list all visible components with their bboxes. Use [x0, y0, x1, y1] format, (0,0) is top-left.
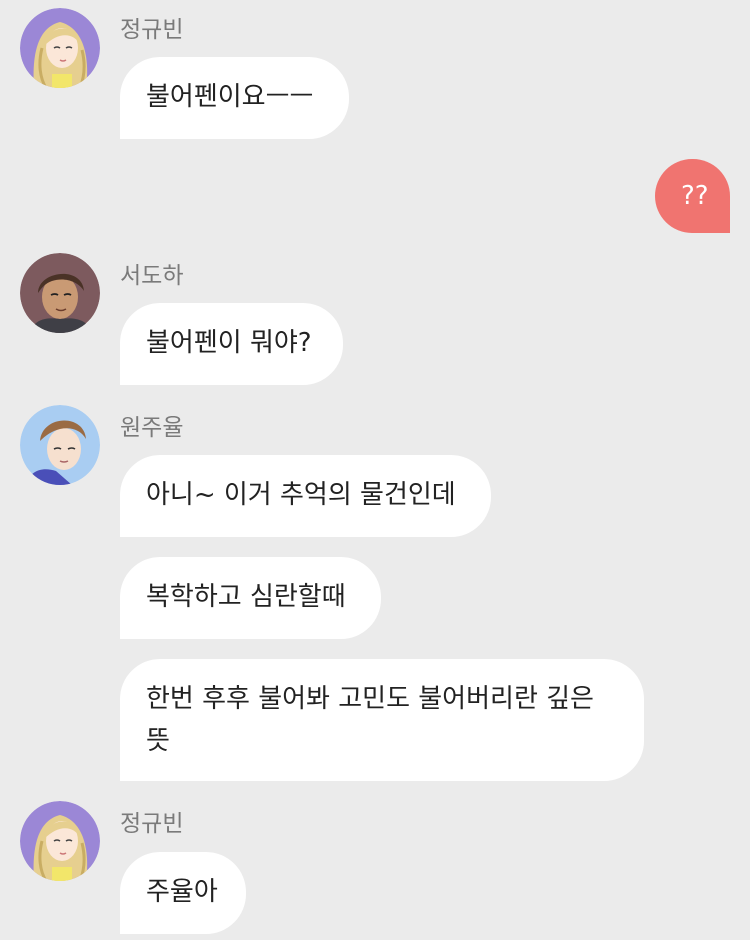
- message-bubble[interactable]: 복학하고 심란할때: [120, 557, 381, 639]
- message-text: 한번 후후 불어봐 고민도 불어버리란 깊은 뜻: [146, 684, 594, 756]
- message-text: 복학하고 심란할때: [146, 582, 346, 612]
- message-text: 불어펜이 뭐야?: [146, 328, 312, 358]
- message-text: 주율아: [146, 877, 218, 907]
- message-bubble[interactable]: 불어펜이요ㅡㅡ: [120, 57, 349, 139]
- message-text: 불어펜이요ㅡㅡ: [146, 82, 314, 112]
- avatar-won-juyul-icon[interactable]: [20, 405, 100, 485]
- message-bubble[interactable]: 불어펜이 뭐야?: [120, 303, 343, 385]
- avatar-seo-doha-icon[interactable]: [20, 253, 100, 333]
- message-text: 아니~ 이거 추억의 물건인데: [146, 480, 456, 510]
- avatar-jeong-gyubin-icon[interactable]: [20, 801, 100, 881]
- sender-name: 정규빈: [120, 17, 184, 43]
- sender-name: 서도하: [120, 263, 184, 289]
- message-bubble[interactable]: 아니~ 이거 추억의 물건인데: [120, 455, 491, 537]
- sender-name: 원주율: [120, 415, 184, 441]
- message-text: ??: [681, 181, 709, 211]
- message-bubble[interactable]: 주율아: [120, 852, 246, 934]
- sender-name: 정규빈: [120, 811, 184, 837]
- message-bubble[interactable]: 한번 후후 불어봐 고민도 불어버리란 깊은 뜻: [120, 659, 644, 781]
- avatar-jeong-gyubin-icon[interactable]: [20, 8, 100, 88]
- chat-thread[interactable]: 정규빈 불어펜이요ㅡㅡ ?? 서도하 불어펜이 뭐야? 원주율 아니~ 이거 추…: [0, 0, 750, 940]
- my-message-bubble[interactable]: ??: [655, 159, 730, 233]
